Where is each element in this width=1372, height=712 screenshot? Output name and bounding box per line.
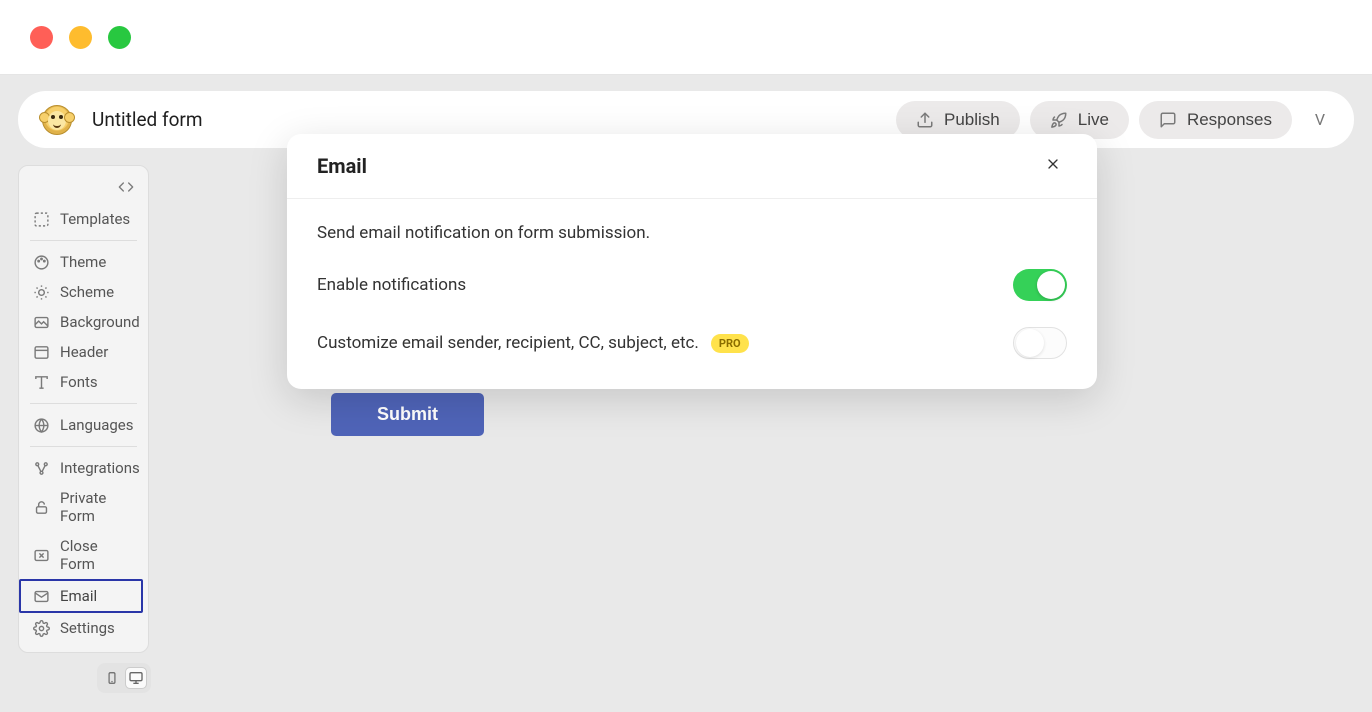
close-form-icon xyxy=(32,546,50,564)
form-title[interactable]: Untitled form xyxy=(92,108,203,131)
publish-button[interactable]: Publish xyxy=(896,101,1020,139)
window-chrome xyxy=(0,0,1372,75)
chat-icon xyxy=(1159,111,1177,129)
sidebar-item-close-form[interactable]: Close Form xyxy=(24,531,143,579)
layout-icon xyxy=(32,343,50,361)
sidebar-item-settings[interactable]: Settings xyxy=(24,613,143,643)
sidebar-separator xyxy=(30,446,137,447)
topbar-left: Untitled form xyxy=(42,105,203,135)
sidebar-item-integrations[interactable]: Integrations xyxy=(24,453,143,483)
traffic-lights xyxy=(30,26,131,49)
window-close-button[interactable] xyxy=(30,26,53,49)
sidebar-separator xyxy=(30,240,137,241)
email-settings-modal: Email Send email notification on form su… xyxy=(287,134,1097,389)
sidebar-label: Email xyxy=(60,587,97,605)
setting-label: Enable notifications xyxy=(317,275,466,295)
window-maximize-button[interactable] xyxy=(108,26,131,49)
user-avatar[interactable]: V xyxy=(1302,102,1338,138)
sidebar-label: Fonts xyxy=(60,373,98,391)
code-icon xyxy=(117,178,135,196)
app-area: Untitled form Publish Live Responses xyxy=(0,75,1372,712)
sidebar-item-header[interactable]: Header xyxy=(24,337,143,367)
live-label: Live xyxy=(1078,110,1109,130)
sidebar: Templates Theme Scheme Background Head xyxy=(18,165,149,653)
gear-icon xyxy=(32,619,50,637)
sidebar-item-scheme[interactable]: Scheme xyxy=(24,277,143,307)
sidebar-item-email[interactable]: Email xyxy=(19,579,143,613)
type-icon xyxy=(32,373,50,391)
sidebar-label: Languages xyxy=(60,416,134,434)
sidebar-label: Templates xyxy=(60,210,130,228)
sidebar-label: Settings xyxy=(60,619,115,637)
mail-icon xyxy=(32,587,50,605)
sidebar-code-toggle[interactable] xyxy=(24,174,143,204)
sidebar-item-private-form[interactable]: Private Form xyxy=(24,483,143,531)
sidebar-item-templates[interactable]: Templates xyxy=(24,204,143,234)
setting-enable-notifications: Enable notifications xyxy=(317,269,1067,301)
sidebar-item-background[interactable]: Background xyxy=(24,307,143,337)
setting-label: Customize email sender, recipient, CC, s… xyxy=(317,333,749,353)
customize-label-text: Customize email sender, recipient, CC, s… xyxy=(317,333,699,353)
toggle-knob xyxy=(1016,329,1044,357)
topbar-right: Publish Live Responses V xyxy=(896,101,1338,139)
modal-description: Send email notification on form submissi… xyxy=(317,223,1067,243)
responses-label: Responses xyxy=(1187,110,1272,130)
modal-close-button[interactable] xyxy=(1039,152,1067,180)
sidebar-label: Close Form xyxy=(60,537,135,573)
modal-header: Email xyxy=(287,134,1097,199)
sidebar-separator xyxy=(30,403,137,404)
sidebar-label: Integrations xyxy=(60,459,140,477)
palette-icon xyxy=(32,253,50,271)
device-desktop-button[interactable] xyxy=(125,667,147,689)
setting-customize-email: Customize email sender, recipient, CC, s… xyxy=(317,327,1067,359)
window-minimize-button[interactable] xyxy=(69,26,92,49)
app-logo-icon xyxy=(42,105,72,135)
device-mobile-button[interactable] xyxy=(101,667,123,689)
form-submit-button[interactable]: Submit xyxy=(331,393,484,436)
responses-button[interactable]: Responses xyxy=(1139,101,1292,139)
lock-icon xyxy=(32,498,50,516)
sidebar-item-theme[interactable]: Theme xyxy=(24,247,143,277)
sidebar-item-languages[interactable]: Languages xyxy=(24,410,143,440)
device-preview-toggle xyxy=(97,663,151,693)
rocket-icon xyxy=(1050,111,1068,129)
sidebar-item-fonts[interactable]: Fonts xyxy=(24,367,143,397)
toggle-knob xyxy=(1037,271,1065,299)
sidebar-label: Background xyxy=(60,313,140,331)
pro-badge: PRO xyxy=(711,334,749,353)
sidebar-label: Private Form xyxy=(60,489,135,525)
enable-notifications-toggle[interactable] xyxy=(1013,269,1067,301)
publish-label: Publish xyxy=(944,110,1000,130)
live-button[interactable]: Live xyxy=(1030,101,1129,139)
customize-email-toggle[interactable] xyxy=(1013,327,1067,359)
sidebar-label: Scheme xyxy=(60,283,114,301)
globe-icon xyxy=(32,416,50,434)
modal-body: Send email notification on form submissi… xyxy=(287,199,1097,389)
template-icon xyxy=(32,210,50,228)
close-icon xyxy=(1045,155,1061,177)
sun-icon xyxy=(32,283,50,301)
sidebar-label: Header xyxy=(60,343,108,361)
nodes-icon xyxy=(32,459,50,477)
upload-icon xyxy=(916,111,934,129)
modal-title: Email xyxy=(317,154,367,178)
sidebar-label: Theme xyxy=(60,253,106,271)
image-icon xyxy=(32,313,50,331)
